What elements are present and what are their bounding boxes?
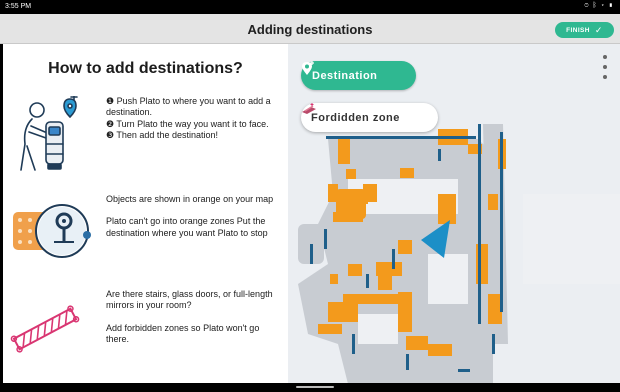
check-icon: ✓ <box>594 24 603 35</box>
page-title: Adding destinations <box>247 22 373 37</box>
instruction-text-push: ❶ Push Plato to where you want to add a … <box>106 96 282 142</box>
occupancy-map <box>298 124 620 384</box>
map-view[interactable]: Destination Fordidden zone <box>288 44 620 385</box>
home-gesture-handle[interactable] <box>296 386 334 388</box>
finish-button[interactable]: FINISH ✓ <box>555 22 614 38</box>
forbidden-zone-illustration <box>9 301 81 362</box>
instruction-text-objects: Objects are shown in orange on your map … <box>106 194 282 239</box>
battery-icon: ▮ <box>608 2 614 9</box>
navigation-bar <box>0 383 620 392</box>
instruction-forbidden: Are there stairs, glass doors, or full-l… <box>3 289 288 371</box>
destination-pin-icon <box>302 61 314 75</box>
push-robot-illustration <box>9 93 79 179</box>
location-icon: ⊙ <box>584 2 590 9</box>
destination-label: Destination <box>312 69 378 82</box>
status-time: 3:55 PM <box>5 3 32 10</box>
objects-text-1: Objects are shown in orange on your map <box>106 194 274 204</box>
forbidden-zone-label: Fordidden zone <box>311 111 400 124</box>
step-2-text: ❷ Turn Plato the way you want it to face… <box>106 118 269 129</box>
objects-text-2: Plato can't go into orange zones Put the… <box>106 216 268 238</box>
add-destination-button[interactable]: Destination <box>301 61 416 90</box>
forbidden-text-1: Are there stairs, glass doors, or full-l… <box>106 289 273 311</box>
forbidden-text-2: Add forbidden zones so Plato won't go th… <box>106 322 260 345</box>
wifi-icon: ▾ <box>600 2 606 9</box>
add-forbidden-zone-button[interactable]: Fordidden zone <box>301 103 438 132</box>
status-icons: ⊙ ᛒ ▾ ▮ <box>584 2 614 9</box>
bluetooth-icon: ᛒ <box>592 2 598 9</box>
instructions-panel: How to add destinations? ❶ Push Plato to… <box>3 44 288 383</box>
instruction-text-forbidden: Are there stairs, glass doors, or full-l… <box>106 289 282 346</box>
finish-label: FINISH <box>566 26 590 34</box>
instruction-objects: Objects are shown in orange on your map … <box>3 192 288 272</box>
status-bar: 3:55 PM ⊙ ᛒ ▾ ▮ <box>0 0 620 14</box>
step-1-text: ❶ Push Plato to where you want to add a … <box>106 96 271 118</box>
instructions-title: How to add destinations? <box>48 60 243 77</box>
instruction-step-push: ❶ Push Plato to where you want to add a … <box>3 93 288 174</box>
orange-objects-illustration <box>9 198 95 269</box>
app-bar: Adding destinations FINISH ✓ <box>0 14 620 44</box>
forbidden-zone-icon <box>302 103 316 114</box>
step-3-text: ❸ Then add the destination! <box>106 130 218 141</box>
more-options-icon[interactable] <box>601 55 609 79</box>
